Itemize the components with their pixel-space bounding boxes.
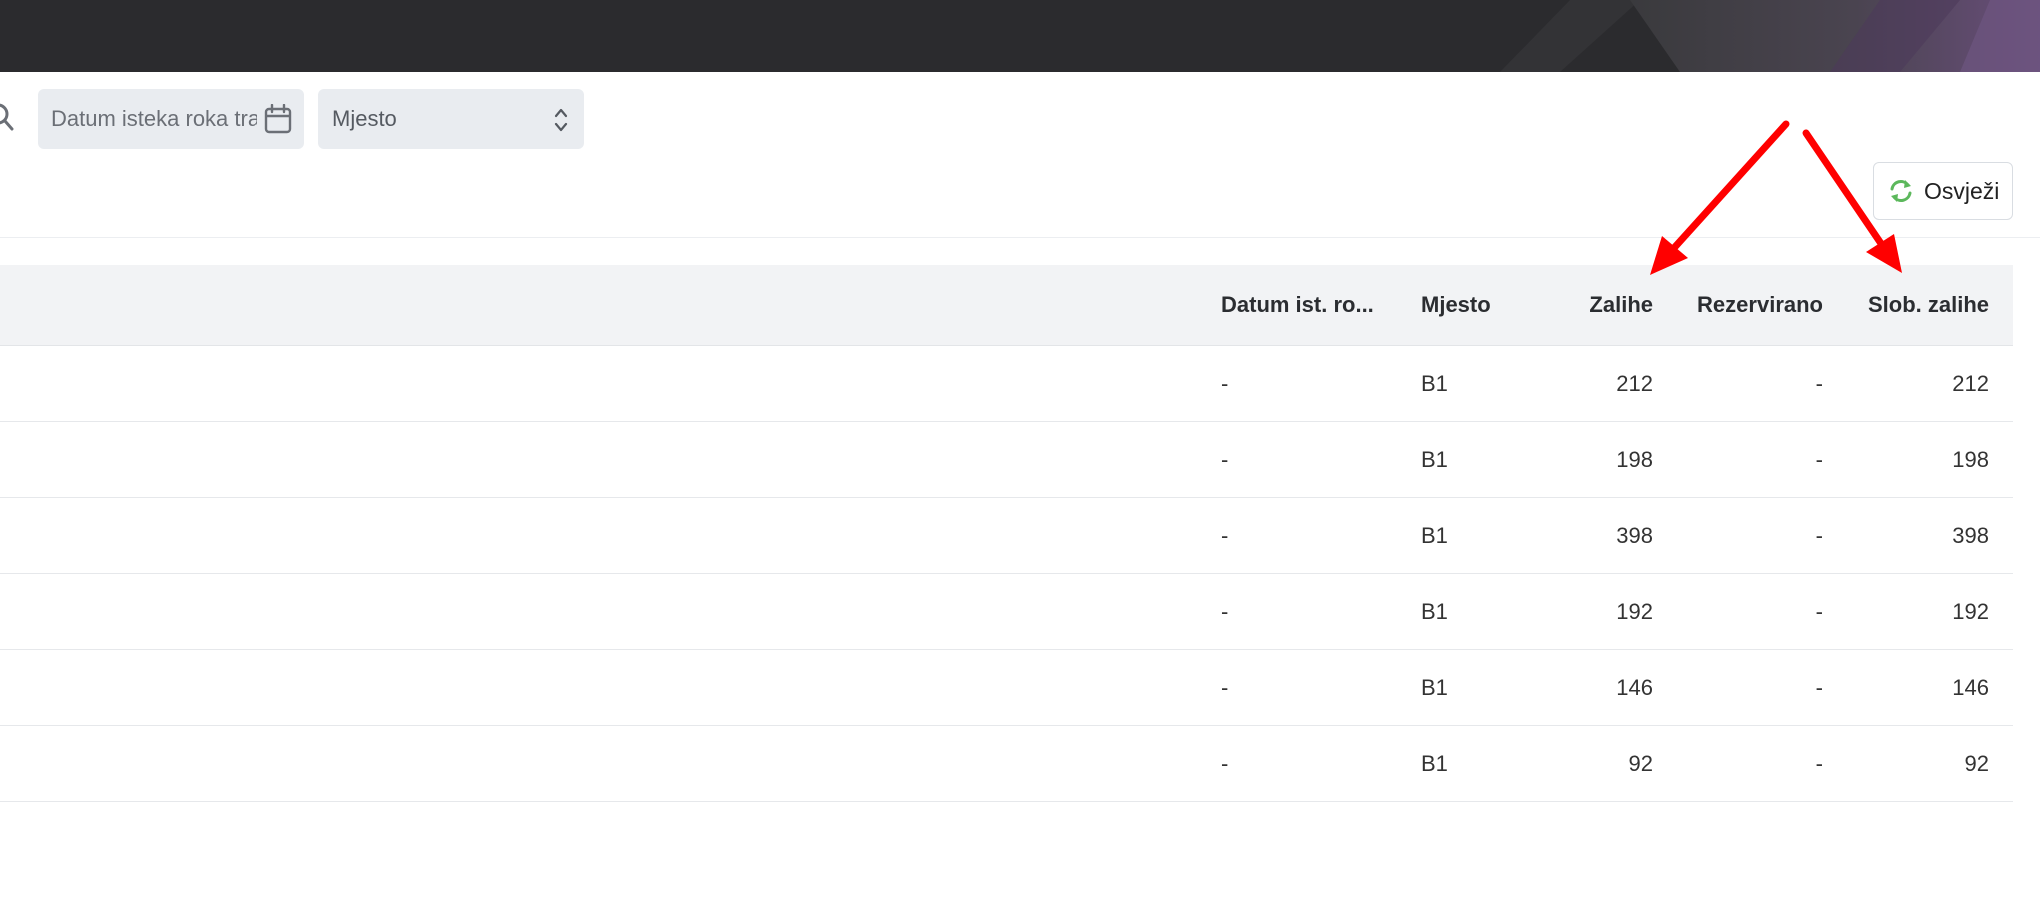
cell-free-stock: 398 [1952,523,1989,548]
cell-stock: 192 [1616,599,1653,624]
column-header-stock[interactable]: Zalihe [1589,265,1653,345]
stock-table: Datum ist. ro... Mjesto Zalihe Rezervira… [0,265,2013,802]
cell-expiry-date: - [1221,751,1229,776]
cell-location: B1 [1421,599,1448,624]
cell-expiry-date: - [1221,523,1229,548]
top-header-bar [0,0,2040,72]
table-row[interactable]: - B1 398 - 398 [0,498,2013,574]
cell-location: B1 [1421,371,1448,396]
cell-expiry-date: - [1221,599,1229,624]
cell-free-stock: 212 [1952,371,1989,396]
cell-expiry-date: - [1221,447,1229,472]
cell-expiry-date: - [1221,371,1229,396]
search-icon[interactable] [0,102,16,134]
refresh-button[interactable]: Osvježi [1873,162,2013,220]
cell-location: B1 [1421,675,1448,700]
refresh-button-label: Osvježi [1924,177,2000,204]
cell-reserved: - [1815,447,1823,472]
column-header-location[interactable]: Mjesto [1421,265,1491,345]
annotation-arrow-stock [1670,120,1790,252]
cell-location: B1 [1421,447,1448,472]
cell-stock: 146 [1616,675,1653,700]
table-row[interactable]: - B1 192 - 192 [0,574,2013,650]
column-header-free-stock[interactable]: Slob. zalihe [1868,265,1989,345]
cell-reserved: - [1815,675,1823,700]
page: Datum isteka roka trajanja Mjesto Osvjež… [0,0,2040,915]
cell-stock: 398 [1616,523,1653,548]
cell-reserved: - [1815,523,1823,548]
refresh-icon [1890,180,1912,202]
expiry-date-placeholder: Datum isteka roka trajanja [51,106,257,131]
cell-stock: 198 [1616,447,1653,472]
updown-chevron-icon [554,108,568,132]
cell-free-stock: 146 [1952,675,1989,700]
location-select[interactable]: Mjesto [318,89,584,149]
column-header-expiry-date[interactable]: Datum ist. ro... [1221,265,1374,345]
cell-expiry-date: - [1221,675,1229,700]
table-header: Datum ist. ro... Mjesto Zalihe Rezervira… [0,265,2013,346]
cell-free-stock: 198 [1952,447,1989,472]
table-row[interactable]: - B1 198 - 198 [0,422,2013,498]
expiry-date-filter[interactable]: Datum isteka roka trajanja [38,89,304,149]
toolbar-divider [0,237,2040,238]
table-row[interactable]: - B1 92 - 92 [0,726,2013,802]
cell-free-stock: 92 [1964,751,1989,776]
cell-reserved: - [1815,371,1823,396]
table-row[interactable]: - B1 146 - 146 [0,650,2013,726]
table-row[interactable]: - B1 212 - 212 [0,346,2013,422]
cell-stock: 92 [1628,751,1653,776]
calendar-icon[interactable] [264,104,292,134]
cell-location: B1 [1421,751,1448,776]
cell-reserved: - [1815,751,1823,776]
header-decoration [1500,0,2040,72]
cell-free-stock: 192 [1952,599,1989,624]
cell-reserved: - [1815,599,1823,624]
cell-location: B1 [1421,523,1448,548]
annotation-arrow-free-stock [1802,129,1886,249]
cell-stock: 212 [1616,371,1653,396]
location-select-value: Mjesto [332,106,397,131]
column-header-reserved[interactable]: Rezervirano [1697,265,1823,345]
